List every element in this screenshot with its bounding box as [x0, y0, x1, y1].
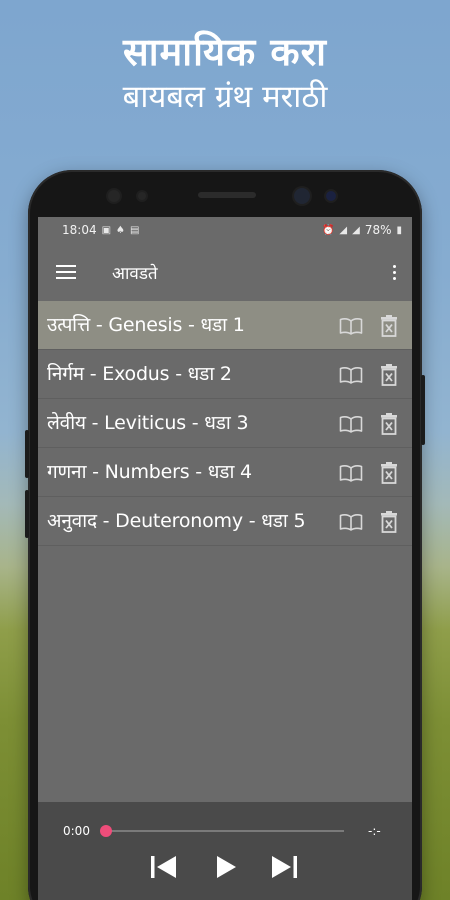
promo-header: सामायिक करा बायबल ग्रंथ मराठी — [0, 28, 450, 118]
battery-percent: 78% — [364, 223, 392, 237]
earpiece-speaker — [198, 192, 256, 198]
gallery-notification-icon: ▣ — [101, 224, 112, 236]
current-time: 0:00 — [63, 824, 90, 838]
favorite-row[interactable]: अनुवाद - Deuteronomy - धडा 5 — [38, 497, 412, 546]
iris-sensor-icon — [326, 191, 336, 201]
favorite-row[interactable]: निर्गम - Exodus - धडा 2 — [38, 350, 412, 399]
favorite-row[interactable]: गणना - Numbers - धडा 4 — [38, 448, 412, 497]
battery-icon: ▮ — [396, 224, 402, 236]
bell-notification-icon: ♠ — [116, 224, 126, 236]
signal-icon: ◢ — [339, 224, 348, 236]
favorite-row[interactable]: लेवीय - Leviticus - धडा 3 — [38, 399, 412, 448]
favorite-label: लेवीय - Leviticus - धडा 3 — [47, 412, 249, 434]
status-bar: 18:04 ▣ ♠ ▤ ⏰ ◢ ◢ 78% ▮ — [38, 217, 412, 243]
hamburger-menu-icon — [56, 265, 76, 279]
page-title: आवडते — [112, 263, 158, 284]
seek-bar[interactable] — [106, 830, 344, 832]
favorite-label: निर्गम - Exodus - धडा 2 — [47, 363, 232, 385]
sensor-icon — [138, 192, 146, 200]
sensor-icon — [108, 190, 120, 202]
skip-next-icon — [272, 856, 297, 878]
front-camera-icon — [294, 188, 310, 204]
favorite-label: अनुवाद - Deuteronomy - धडा 5 — [47, 510, 306, 532]
overflow-menu-button[interactable] — [376, 243, 412, 301]
open-book-icon[interactable] — [338, 362, 364, 388]
favorites-list: उत्पत्ति - Genesis - धडा 1 निर्गम - Exodu… — [38, 301, 412, 546]
volume-down-button — [25, 490, 29, 538]
app-screen: 18:04 ▣ ♠ ▤ ⏰ ◢ ◢ 78% ▮ आवडते उत्पत्ति -… — [38, 217, 412, 900]
more-vert-icon — [392, 264, 396, 268]
delete-icon[interactable] — [376, 313, 402, 339]
alarm-icon: ⏰ — [321, 224, 335, 236]
open-book-icon[interactable] — [338, 313, 364, 339]
skip-previous-icon — [151, 856, 176, 878]
delete-icon[interactable] — [376, 362, 402, 388]
status-time: 18:04 — [62, 223, 97, 237]
audio-player: 0:00 -:- — [38, 802, 412, 900]
download-notification-icon: ▤ — [130, 224, 140, 236]
total-time: -:- — [368, 824, 381, 838]
power-button — [421, 375, 425, 445]
open-book-icon[interactable] — [338, 509, 364, 535]
delete-icon[interactable] — [376, 411, 402, 437]
play-button[interactable] — [208, 850, 244, 884]
menu-button[interactable] — [38, 243, 94, 301]
seek-thumb[interactable] — [100, 825, 112, 837]
volume-up-button — [25, 430, 29, 478]
favorite-label: उत्पत्ति - Genesis - धडा 1 — [47, 314, 245, 336]
previous-button[interactable] — [146, 850, 182, 884]
promo-subtitle: बायबल ग्रंथ मराठी — [122, 79, 328, 115]
delete-icon[interactable] — [376, 460, 402, 486]
open-book-icon[interactable] — [338, 411, 364, 437]
open-book-icon[interactable] — [338, 460, 364, 486]
next-button[interactable] — [266, 850, 302, 884]
promo-title: सामायिक करा — [123, 30, 327, 74]
app-bar: आवडते — [38, 243, 412, 301]
favorite-row[interactable]: उत्पत्ति - Genesis - धडा 1 — [38, 301, 412, 350]
play-icon — [217, 856, 236, 878]
signal-icon: ◢ — [352, 224, 360, 236]
favorite-label: गणना - Numbers - धडा 4 — [47, 461, 252, 483]
delete-icon[interactable] — [376, 509, 402, 535]
